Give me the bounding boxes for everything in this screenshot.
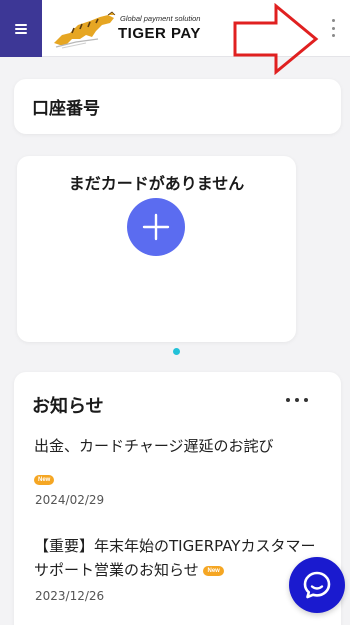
news-item-2-date: 2023/12/26 — [35, 589, 105, 603]
news-more-icon[interactable] — [286, 393, 308, 407]
plus-icon — [142, 213, 170, 241]
news-item-1-title-text: 出金、カードチャージ遅延のお詫び — [34, 437, 274, 455]
news-item-2-title[interactable]: 【重要】年末年始のTIGERPAYカスタマーサポート営業のお知らせ New — [34, 534, 324, 582]
account-number-card[interactable]: 口座番号 — [14, 79, 341, 134]
news-item-1-date: 2024/02/29 — [35, 493, 105, 507]
hamburger-menu-button[interactable] — [0, 0, 42, 57]
chat-support-button[interactable] — [289, 557, 345, 613]
news-item-1-badge: New — [34, 469, 55, 488]
red-arrow-annotation — [233, 3, 319, 75]
kebab-menu-icon[interactable] — [326, 16, 340, 40]
new-badge: New — [34, 474, 55, 485]
news-item-2-title-text: 【重要】年末年始のTIGERPAYカスタマーサポート営業のお知らせ — [34, 537, 316, 579]
top-bar: Global payment solution TIGER PAY — [0, 0, 350, 75]
tiger-pay-logo[interactable]: Global payment solution TIGER PAY — [52, 9, 202, 49]
add-card-button[interactable] — [127, 198, 185, 256]
tiger-logo-graphic — [54, 11, 116, 49]
news-item-1-title[interactable]: 出金、カードチャージ遅延のお詫び — [34, 434, 334, 458]
logo-text: TIGER PAY — [118, 25, 201, 42]
chat-bubble-icon — [303, 571, 331, 599]
hamburger-icon — [15, 23, 27, 34]
no-card-message: まだカードがありません — [68, 174, 245, 193]
new-badge: New — [203, 565, 224, 576]
carousel-indicator-dot[interactable] — [173, 348, 180, 355]
logo-tagline: Global payment solution — [120, 14, 201, 23]
card-carousel-slide: まだカードがありません — [17, 156, 296, 342]
account-number-title: 口座番号 — [32, 99, 100, 119]
news-section-title: お知らせ — [32, 396, 104, 417]
